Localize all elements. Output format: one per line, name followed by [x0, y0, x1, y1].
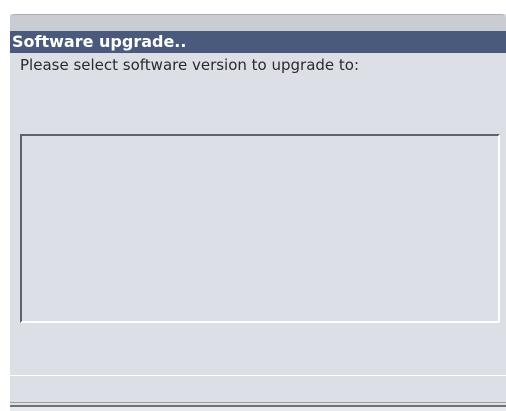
software-version-list[interactable] — [20, 134, 500, 323]
window-frame-top — [10, 14, 506, 31]
select-version-prompt: Please select software version to upgrad… — [20, 56, 360, 74]
window-frame-bottom — [10, 405, 506, 411]
dialog-title: Software upgrade.. — [10, 31, 506, 53]
status-bar — [10, 375, 506, 403]
upgrade-dialog: Software upgrade.. Please select softwar… — [10, 14, 506, 411]
